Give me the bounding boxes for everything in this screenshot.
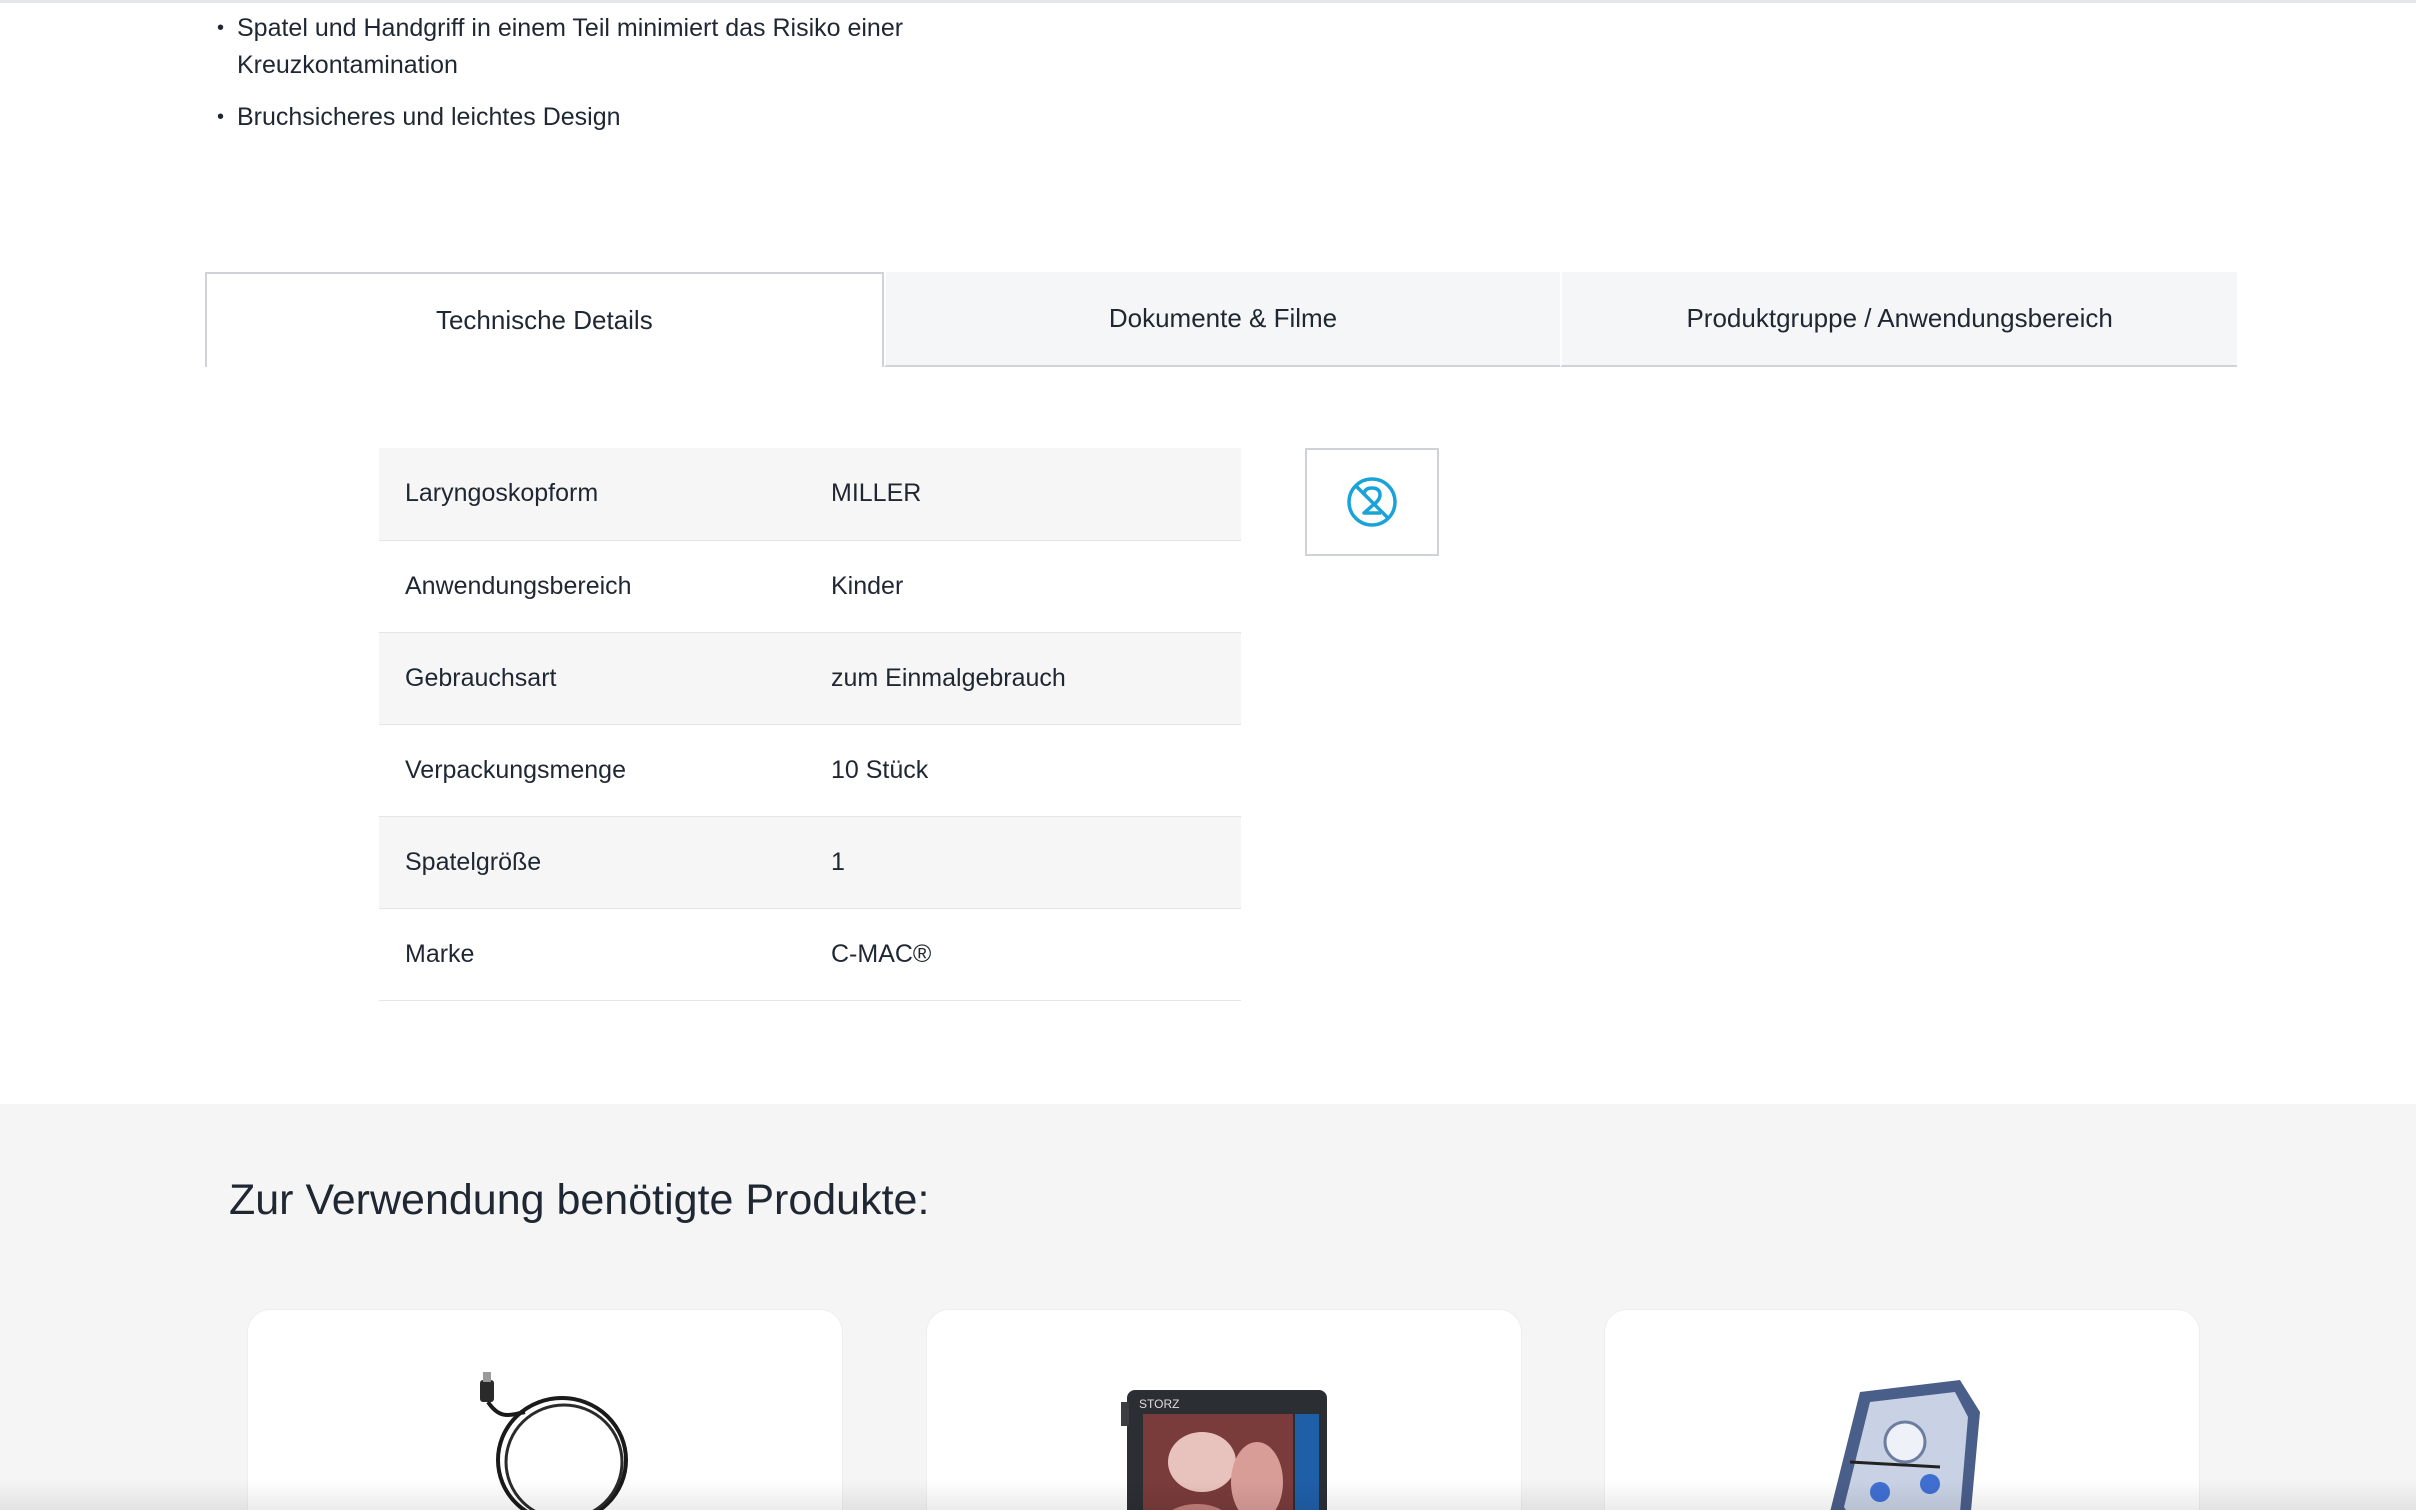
spec-value: MILLER [805,448,1241,541]
spec-key: Laryngoskopform [379,448,805,541]
spec-key: Marke [379,908,805,1001]
table-row: Spatelgröße 1 [379,816,1241,909]
svg-text:STORZ: STORZ [1139,1397,1179,1411]
bullet-icon: • [217,106,225,128]
spec-value: 10 Stück [805,724,1241,817]
cable-icon [480,1372,628,1510]
table-row: Gebrauchsart zum Einmalgebrauch [379,632,1241,725]
feature-item: • Spatel und Handgriff in einem Teil min… [215,10,995,84]
spec-key: Anwendungsbereich [379,540,805,633]
tab-dokumente-filme[interactable]: Dokumente & Filme [883,272,1561,367]
related-products-title: Zur Verwendung benötigte Produkte: [229,1176,930,1224]
spec-value: zum Einmalgebrauch [805,632,1241,725]
spec-value: C-MAC® [805,908,1241,1001]
feature-text: Spatel und Handgriff in einem Teil minim… [237,14,904,79]
table-row: Marke C-MAC® [379,908,1241,1001]
product-card[interactable] [1605,1310,2199,1510]
spec-value: 1 [805,816,1241,909]
spec-table: Laryngoskopform MILLER Anwendungsbereich… [379,448,1241,1001]
spec-key: Gebrauchsart [379,632,805,725]
table-row: Laryngoskopform MILLER [379,448,1241,541]
spec-key: Verpackungsmenge [379,724,805,817]
product-card[interactable] [248,1310,842,1510]
product-card[interactable]: STORZ [927,1310,1521,1510]
related-products-section: Zur Verwendung benötigte Produkte: STORZ [0,1104,2416,1510]
top-divider [0,0,2416,3]
tab-produktgruppe[interactable]: Produktgruppe / Anwendungsbereich [1560,272,2238,367]
case-icon [1830,1380,1980,1510]
page: • Spatel und Handgriff in einem Teil min… [0,0,2416,1510]
feature-text: Bruchsicheres und leichtes Design [237,103,621,131]
product-tabs: Technische Details Dokumente & Filme Pro… [205,272,2238,367]
tab-technische-details[interactable]: Technische Details [205,272,884,367]
table-row: Verpackungsmenge 10 Stück [379,724,1241,817]
spec-key: Spatelgröße [379,816,805,909]
single-use-symbol [1305,448,1439,556]
table-row: Anwendungsbereich Kinder [379,540,1241,633]
bullet-icon: • [217,17,225,39]
feature-item: • Bruchsicheres und leichtes Design [215,99,995,136]
feature-list: • Spatel und Handgriff in einem Teil min… [215,10,995,151]
do-not-reuse-icon [1347,477,1397,527]
spec-value: Kinder [805,540,1241,633]
monitor-icon: STORZ [1121,1390,1327,1510]
